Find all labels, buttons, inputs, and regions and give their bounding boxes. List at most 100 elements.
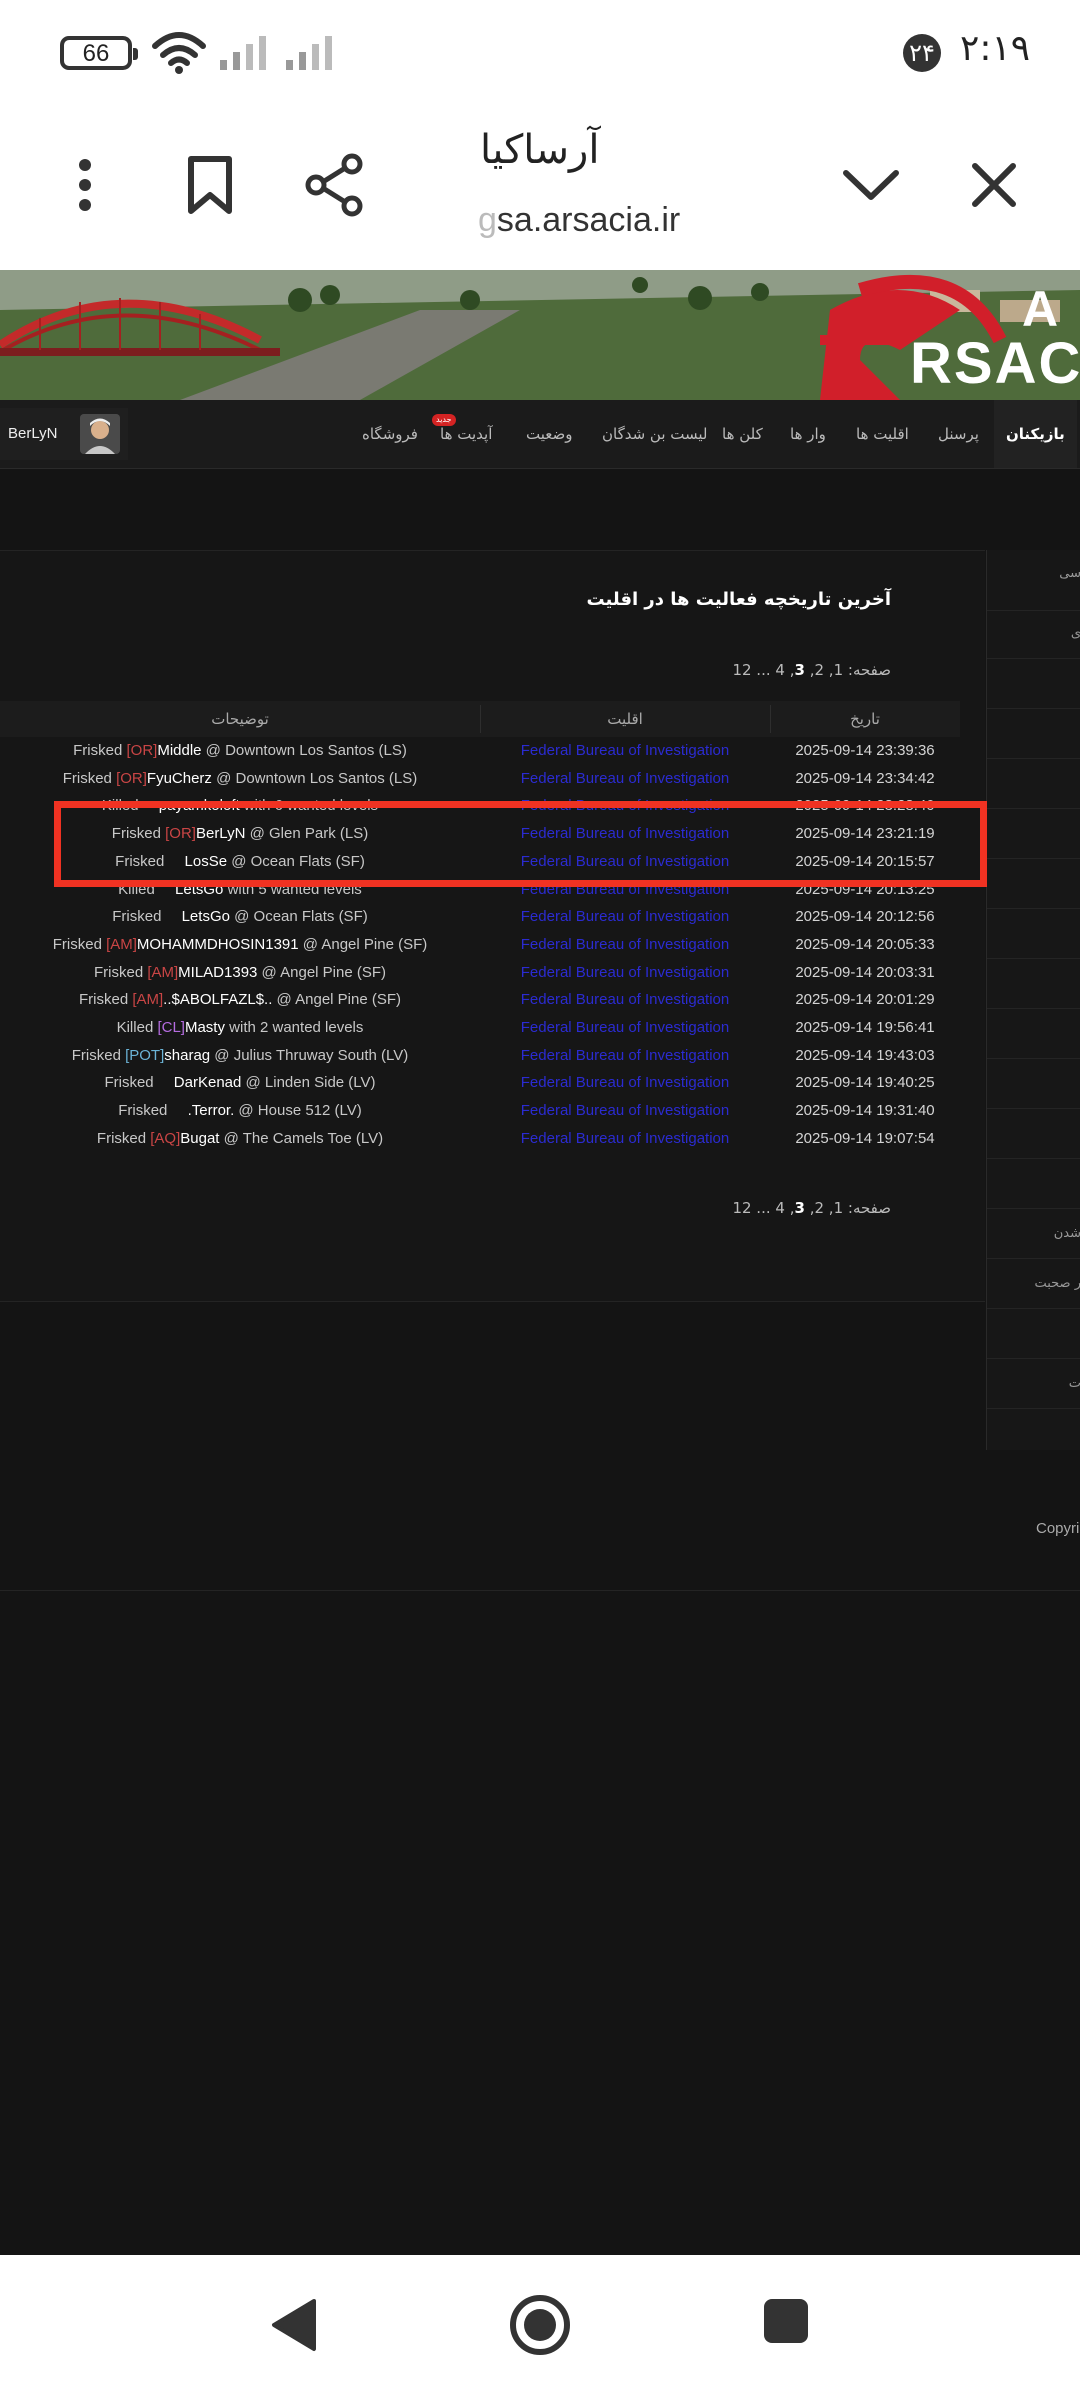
home-icon[interactable] (508, 2293, 572, 2357)
location-text: @ The Camels Toe (LV) (219, 1129, 384, 1147)
pager-rest[interactable]: , 4 ... 12 (732, 1199, 794, 1217)
action-text: Frisked (71, 1046, 126, 1064)
player-name[interactable]: FyuCherz (147, 770, 212, 787)
sidebar-item[interactable]: ی (987, 610, 1080, 659)
player-name[interactable]: sharag (164, 1047, 210, 1064)
pager-pages[interactable]: 1, 2, (810, 1199, 843, 1217)
table-row: Frisked LetsGo @ Ocean Flats (SF) Federal… (0, 903, 960, 931)
faction-log-panel: آخرین تاریخچه فعالیت ها در اقلیت صفحه: 1… (0, 550, 985, 1302)
location-text: @ Downtown Los Santos (LS) (201, 742, 407, 759)
nav-clans[interactable]: کلن ها (722, 400, 763, 468)
sidebar-item[interactable]: سی (987, 550, 1080, 611)
player-name[interactable]: ..$ABOLFAZL$.. (163, 991, 272, 1008)
faction-link[interactable]: Federal Bureau of Investigation (480, 1042, 770, 1070)
nav-staff[interactable]: پرسنل (938, 400, 979, 468)
nav-factions[interactable]: اقلیت ها (856, 400, 909, 468)
faction-link[interactable]: Federal Bureau of Investigation (480, 765, 770, 793)
cell-description: Frisked LetsGo @ Ocean Flats (SF) (0, 903, 480, 931)
cell-date: 2025-09-14 19:43:03 (795, 1046, 935, 1064)
sidebar-item[interactable]: ت (987, 1360, 1080, 1409)
nav-updates[interactable]: آپدیت ها (440, 400, 492, 468)
clan-tag: [POT] (125, 1046, 165, 1064)
nav-banlist[interactable]: لیست بن شدگان (602, 400, 708, 468)
share-icon[interactable] (300, 145, 368, 225)
cell-description: Frisked [AQ]Bugat @ The Camels Toe (LV) (0, 1125, 480, 1153)
player-name[interactable]: MILAD1393 (178, 964, 257, 981)
action-text: Frisked (52, 935, 107, 953)
sidebar-item[interactable] (987, 910, 1080, 959)
player-name[interactable]: MOHAMMDHOSIN1391 (137, 936, 299, 953)
player-name[interactable]: Bugat (180, 1130, 219, 1147)
cell-description: Frisked [POT]sharag @ Julius Thruway Sou… (0, 1042, 480, 1070)
back-icon[interactable] (268, 2297, 320, 2353)
sidebar-item[interactable]: ر صحبت (987, 1260, 1080, 1309)
sidebar-item[interactable] (987, 960, 1080, 1009)
pager-current: 3 (794, 1199, 805, 1217)
signal-icon (286, 36, 332, 70)
action-text: Frisked (96, 1129, 151, 1147)
sidebar-item[interactable] (987, 1160, 1080, 1209)
faction-link[interactable]: Federal Bureau of Investigation (480, 986, 770, 1014)
recents-icon[interactable] (762, 2297, 810, 2345)
player-name[interactable]: Masty (185, 1019, 225, 1036)
sidebar-item[interactable]: شدن (987, 1210, 1080, 1259)
player-name[interactable]: LetsGo (182, 908, 230, 925)
sidebar: سی ی شدن ر صحبت ت (986, 550, 1080, 1450)
clan-tag: [AM] (106, 935, 137, 953)
faction-link[interactable]: Federal Bureau of Investigation (480, 931, 770, 959)
column-header-date: تاریخ (850, 710, 880, 728)
faction-link[interactable]: Federal Bureau of Investigation (480, 1014, 770, 1042)
nav-shop[interactable]: فروشگاه (362, 400, 418, 468)
pager-rest[interactable]: , 4 ... 12 (732, 661, 794, 679)
sidebar-item[interactable] (987, 1310, 1080, 1359)
web-page: RSAC A BerLyN بازیکنان پرسنل اقلیت ها وا… (0, 270, 1080, 2255)
sidebar-item[interactable] (987, 710, 1080, 759)
url-field[interactable]: gsa.arsacia.ir (478, 201, 680, 240)
location-text: with 2 wanted levels (224, 1019, 364, 1036)
cell-date: 2025-09-14 20:12:56 (795, 908, 935, 926)
table-row: Frisked [AM]MILAD1393 @ Angel Pine (SF) F… (0, 959, 960, 987)
nav-players[interactable]: بازیکنان (994, 400, 1077, 468)
location-text: @ Linden Side (LV) (241, 1074, 376, 1092)
pager-pages[interactable]: 1, 2, (810, 661, 843, 679)
sidebar-item[interactable] (987, 860, 1080, 909)
table-row: Frisked [AQ]Bugat @ The Camels Toe (LV) F… (0, 1125, 960, 1153)
pagination-top[interactable]: صفحه: 1, 2, 3, 4 ... 12 (732, 661, 891, 679)
clan-tag: [OR] (126, 742, 158, 759)
url-text: sa.arsacia.ir (496, 201, 681, 239)
table-row: Frisked [POT]sharag @ Julius Thruway Sou… (0, 1042, 960, 1070)
sidebar-item[interactable] (987, 760, 1080, 809)
cell-date: 2025-09-14 19:56:41 (795, 1019, 935, 1036)
clock: ۲:۱۹ (960, 28, 1031, 69)
table-row: Frisked DarKenad @ Linden Side (LV) Feder… (0, 1069, 960, 1097)
more-icon[interactable] (60, 145, 110, 225)
sidebar-item[interactable] (987, 1010, 1080, 1059)
player-name[interactable]: .Terror. (188, 1102, 235, 1119)
nav-status[interactable]: وضعیت (526, 400, 572, 468)
sidebar-item[interactable] (987, 810, 1080, 859)
location-text: @ Angel Pine (SF) (257, 963, 387, 981)
player-name[interactable]: DarKenad (174, 1074, 242, 1091)
table-header: توضیحات اقلیت تاریخ (0, 701, 960, 737)
cell-date: 2025-09-14 19:40:25 (795, 1074, 935, 1092)
sidebar-item[interactable] (987, 660, 1080, 709)
faction-link[interactable]: Federal Bureau of Investigation (480, 737, 770, 765)
nav-wars[interactable]: وار ها (790, 400, 826, 468)
cell-description: Frisked .Terror. @ House 512 (LV) (0, 1097, 480, 1125)
faction-link[interactable]: Federal Bureau of Investigation (480, 903, 770, 931)
player-name[interactable]: Middle (157, 742, 201, 759)
faction-link[interactable]: Federal Bureau of Investigation (480, 1125, 770, 1153)
bookmark-icon[interactable] (180, 145, 240, 225)
sidebar-item[interactable] (987, 1060, 1080, 1109)
faction-link[interactable]: Federal Bureau of Investigation (480, 1069, 770, 1097)
faction-link[interactable]: Federal Bureau of Investigation (480, 1097, 770, 1125)
cell-date: 2025-09-14 20:01:29 (795, 991, 935, 1009)
close-icon[interactable] (966, 155, 1022, 215)
user-menu[interactable]: BerLyN (0, 408, 128, 460)
table-row: Frisked [OR]Middle @ Downtown Los Santos… (0, 737, 960, 765)
sidebar-item[interactable] (987, 1110, 1080, 1159)
chevron-down-icon[interactable] (838, 155, 904, 215)
faction-link[interactable]: Federal Bureau of Investigation (480, 959, 770, 987)
action-text: Frisked (78, 991, 133, 1009)
pagination-bottom[interactable]: صفحه: 1, 2, 3, 4 ... 12 (732, 1199, 891, 1217)
